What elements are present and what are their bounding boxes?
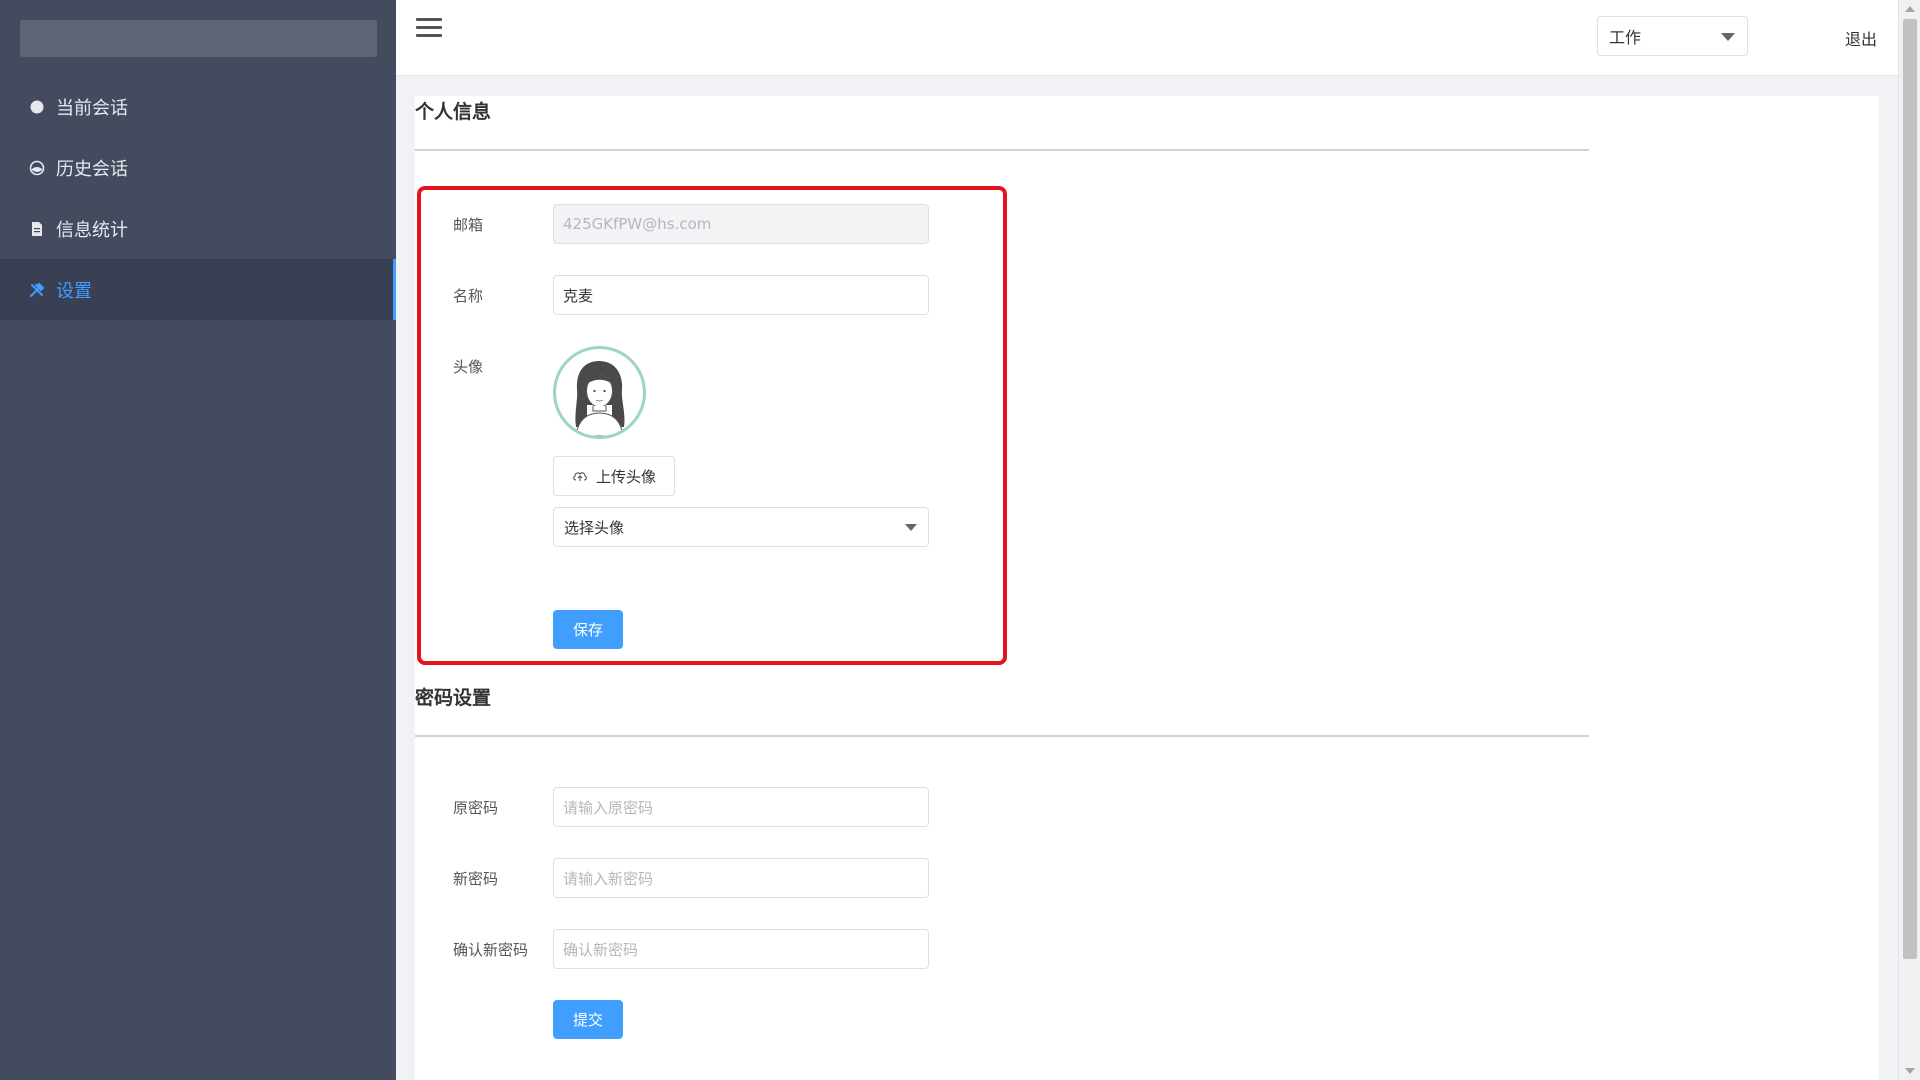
- highlight-box: [417, 186, 1007, 665]
- sidebar-item-label: 设置: [56, 280, 92, 302]
- cloud-upload-icon: [572, 470, 588, 482]
- avatar: [553, 346, 646, 439]
- avatar-select-value: 选择头像: [564, 518, 625, 537]
- name-value: 克麦: [563, 286, 594, 305]
- old-password-placeholder: 请输入原密码: [563, 798, 654, 817]
- upload-avatar-label: 上传头像: [595, 467, 656, 486]
- menu-toggle-icon[interactable]: [416, 18, 442, 40]
- chevron-down-icon: [1721, 33, 1735, 41]
- confirm-password-label: 确认新密码: [453, 941, 529, 959]
- settings-content: 个人信息 邮箱 425GKfPW@hs.com 名称 克麦 头像 上传头像 选择…: [415, 96, 1879, 1080]
- name-field[interactable]: 克麦: [553, 275, 929, 315]
- scroll-thumb[interactable]: [1903, 19, 1917, 959]
- profile-section-title: 个人信息: [415, 101, 492, 123]
- chat-bubble-icon: [28, 98, 46, 116]
- sidebar-item-label: 信息统计: [56, 219, 128, 241]
- sidebar-item-label: 历史会话: [56, 158, 128, 180]
- scrollbar[interactable]: [1898, 0, 1920, 1080]
- chevron-down-icon: [905, 524, 917, 531]
- sidebar-item-current-session[interactable]: 当前会话: [0, 76, 396, 137]
- divider: [415, 149, 1589, 151]
- confirm-password-placeholder: 确认新密码: [563, 940, 639, 959]
- divider: [415, 735, 1589, 737]
- history-icon: [28, 159, 46, 177]
- logout-link[interactable]: 退出: [1845, 26, 1877, 50]
- scroll-down-icon[interactable]: [1905, 1068, 1915, 1074]
- new-password-placeholder: 请输入新密码: [563, 869, 654, 888]
- sidebar-item-label: 当前会话: [56, 97, 128, 119]
- old-password-field[interactable]: 请输入原密码: [553, 787, 929, 827]
- email-field: 425GKfPW@hs.com: [553, 204, 929, 244]
- old-password-label: 原密码: [453, 799, 499, 817]
- role-select-value: 工作: [1609, 28, 1642, 47]
- sidebar-item-history-session[interactable]: 历史会话: [0, 137, 396, 198]
- new-password-field[interactable]: 请输入新密码: [553, 858, 929, 898]
- top-header: 工作 退出: [396, 0, 1898, 76]
- submit-button[interactable]: 提交: [553, 1000, 623, 1039]
- sidebar-nav: 当前会话 历史会话 信息统计 设置: [0, 76, 396, 320]
- avatar-label: 头像: [453, 358, 484, 376]
- document-icon: [28, 220, 46, 238]
- sidebar-item-statistics[interactable]: 信息统计: [0, 198, 396, 259]
- sidebar: 当前会话 历史会话 信息统计 设置: [0, 0, 396, 1080]
- sidebar-item-settings[interactable]: 设置: [0, 259, 396, 320]
- upload-avatar-button[interactable]: 上传头像: [553, 456, 675, 496]
- role-select[interactable]: 工作: [1597, 16, 1748, 56]
- email-label: 邮箱: [453, 216, 484, 234]
- tools-icon: [28, 281, 46, 299]
- confirm-password-field[interactable]: 确认新密码: [553, 929, 929, 969]
- avatar-select[interactable]: 选择头像: [553, 507, 929, 547]
- scroll-up-icon[interactable]: [1905, 6, 1915, 12]
- logo-placeholder: [20, 20, 377, 57]
- name-label: 名称: [453, 287, 484, 305]
- save-button[interactable]: 保存: [553, 610, 623, 649]
- email-value: 425GKfPW@hs.com: [563, 215, 712, 233]
- password-section-title: 密码设置: [415, 687, 492, 709]
- new-password-label: 新密码: [453, 870, 499, 888]
